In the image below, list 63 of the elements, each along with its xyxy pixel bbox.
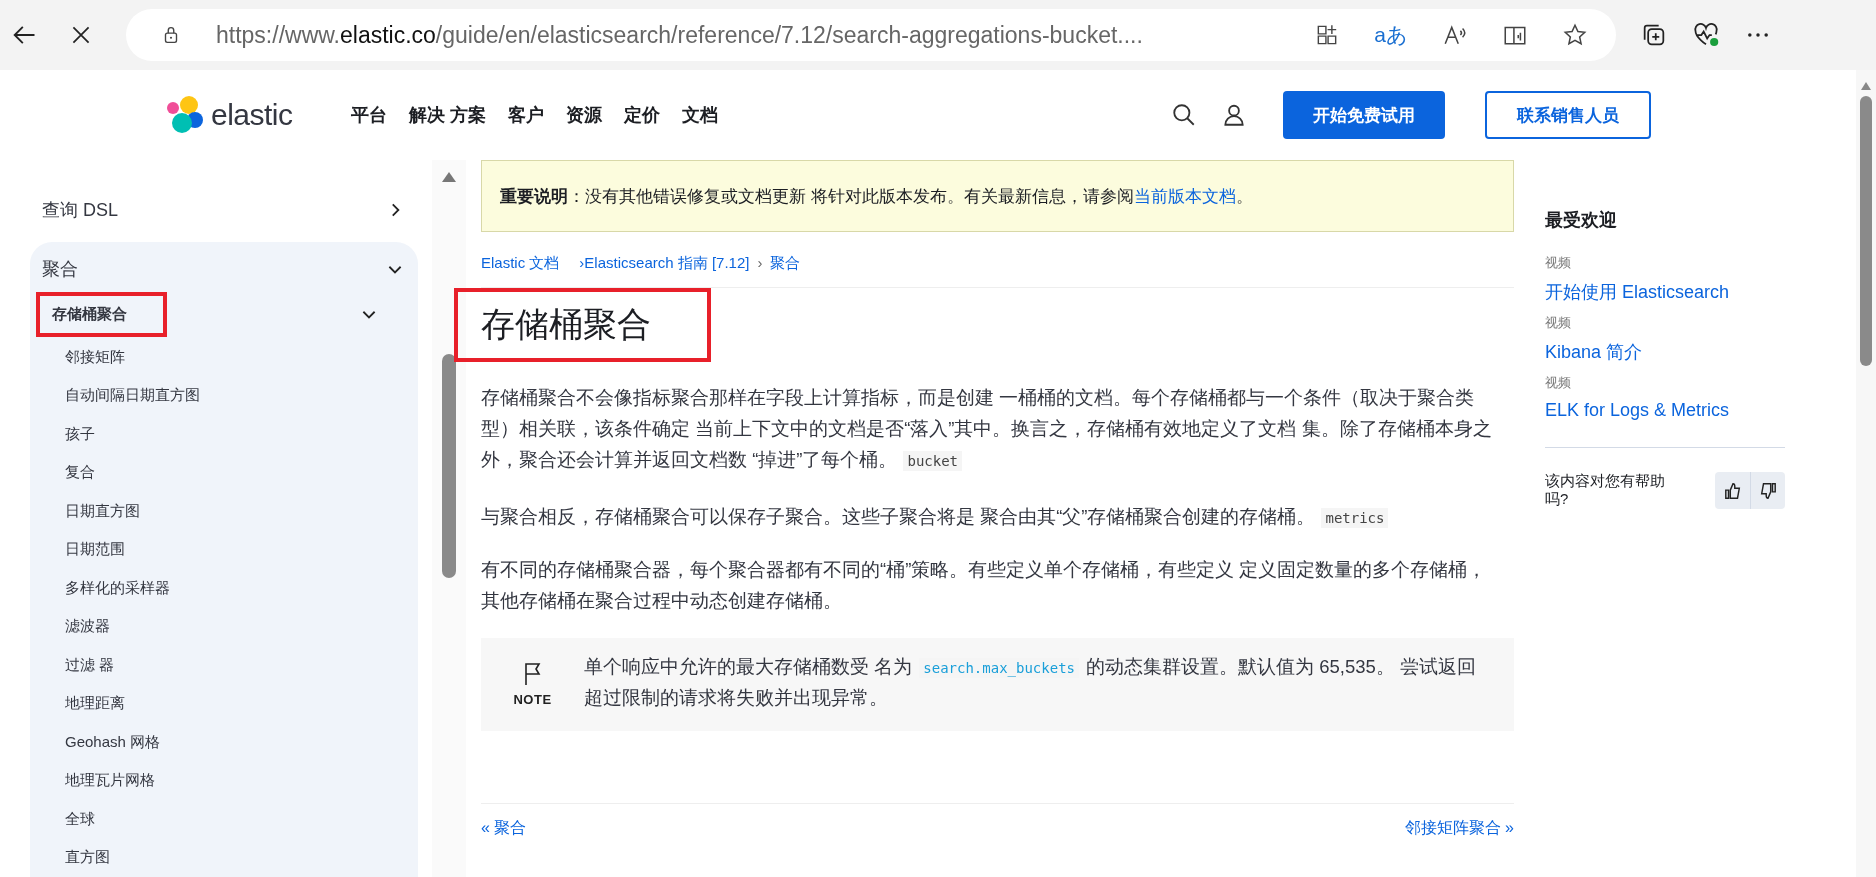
sidebar-item[interactable]: 日期范围 (30, 530, 418, 569)
category-label: 视频 (1545, 314, 1572, 332)
address-bar[interactable]: https://www.elastic.co/guide/en/elasticsearch/reference/7.12/search-aggregations-bucket.... aあ (126, 9, 1616, 61)
note-text: 单个响应中允许的最大存储桶数受 名为 search.max_buckets 的动态集群设置。默认值为 65,535。 尝试返回超过限制的请求将失败并出现异常。 (584, 655, 1477, 710)
sidebar-item[interactable]: 存储桶聚合 (38, 294, 388, 334)
breadcrumb-separator: › (757, 254, 763, 273)
previous-page-link[interactable]: « 聚合 (481, 818, 527, 839)
body-paragraph: 存储桶聚合不会像指标聚合那样在字段上计算指标，而是创建 一桶桶的文档。每个存储桶都与一个条件（取决于聚合类型）相关联，该条件确定 当前上下文中的文档是否“落入”其中。换言之，存储桶有效地定义了文档 集。除了存储桶本身之外，聚合还会计算并返回文档数 “掉进”了每个桶。 bucket (481, 386, 1493, 473)
video-link[interactable]: 开始使用 Elasticsearch (1545, 280, 1785, 304)
page-title: 存储桶聚合 (454, 288, 711, 362)
sidebar-item[interactable]: Geohash 网格 (30, 723, 418, 762)
nav-link[interactable]: 文档 (681, 103, 718, 127)
sidebar-item[interactable]: 全球 (30, 800, 418, 839)
sidebar-item[interactable]: 直方图 (30, 838, 418, 877)
scrollbar-thumb[interactable] (1860, 96, 1872, 366)
video-link[interactable]: Kibana 简介 (1545, 340, 1785, 364)
body-paragraph: 有不同的存储桶聚合器，每个聚合器都有不同的“桶”策略。有些定义单个存储桶，有些定义 定义固定数量的多个存储桶，其他存储桶在聚合过程中动态创建存储桶。 (481, 558, 1488, 613)
next-page-link[interactable]: 邻接矩阵聚合 » (1404, 818, 1514, 839)
health-icon[interactable] (1692, 21, 1720, 49)
star-icon[interactable] (1562, 22, 1588, 48)
scrollbar-thumb[interactable] (442, 354, 456, 578)
free-trial-button[interactable]: 开始免费试用 (1283, 91, 1445, 139)
category-label: 视频 (1545, 254, 1572, 272)
nav-link[interactable]: 平台 (350, 103, 387, 127)
nav-link[interactable]: 客户 (507, 103, 544, 127)
url-text: https://www.elastic.co/guide/en/elasticsearch/reference/7.12/search-aggregations-bucket.... (216, 21, 1144, 49)
video-link[interactable]: ELK for Logs & Metrics (1545, 400, 1785, 421)
current-docs-link[interactable]: 当前版本文档 (1133, 186, 1236, 206)
nav-link[interactable]: 解决 方案 (408, 103, 486, 127)
note-label: NOTE (513, 692, 552, 707)
search-icon[interactable] (1171, 102, 1197, 128)
thumbs-down-icon[interactable] (1759, 481, 1777, 500)
nav-link[interactable]: 定价 (623, 103, 660, 127)
sidebar-item[interactable]: 邻接矩阵 (30, 338, 418, 377)
notice-text: 重要说明：没有其他错误修复或文档更新 将针对此版本发布。有关最新信息，请参阅当前版本文档。 (500, 185, 1253, 208)
scroll-up-arrow-icon[interactable] (442, 172, 456, 182)
nav-link[interactable]: 资源 (565, 103, 602, 127)
logo-icon[interactable] (165, 95, 205, 135)
translate-button[interactable]: aあ (1374, 21, 1408, 49)
logo-text[interactable]: elastic (211, 98, 293, 132)
breadcrumb-link[interactable]: 聚合 (770, 254, 801, 273)
breadcrumb-link[interactable]: Elastic 文档 (481, 254, 560, 273)
sidebar-item[interactable]: 复合 (30, 453, 418, 492)
contact-sales-button[interactable]: 联系销售人员 (1485, 91, 1651, 139)
section-heading: 最受欢迎 (1545, 209, 1618, 232)
sidebar-item[interactable]: 地理瓦片网格 (30, 761, 418, 800)
user-icon[interactable] (1221, 102, 1247, 128)
breadcrumb-link[interactable]: ›Elasticsearch 指南 [7.12] (579, 254, 750, 273)
thumbs-up-icon[interactable] (1723, 481, 1742, 500)
flag-icon (522, 662, 543, 686)
sidebar-item[interactable]: 过滤 器 (30, 646, 418, 685)
sidebar-item[interactable]: 日期直方图 (30, 492, 418, 531)
sidebar-item[interactable]: 聚合 (30, 246, 418, 292)
scroll-up-arrow-icon[interactable] (1861, 82, 1871, 90)
body-paragraph: 与聚合相反，存储桶聚合可以保存子聚合。这些子聚合将是 聚合由其“父”存储桶聚合创建的存储桶。 metrics (481, 501, 1495, 534)
sidebar-item[interactable]: 孩子 (30, 415, 418, 454)
sidebar-item[interactable]: 查询 DSL (30, 188, 418, 232)
sidebar-item[interactable]: 滤波器 (30, 607, 418, 646)
sidebar-item[interactable]: 地理距离 (30, 684, 418, 723)
feedback-question: 该内容对您有帮助吗? (1545, 472, 1666, 508)
sidebar-item[interactable]: 自动间隔日期直方图 (30, 376, 418, 415)
sidebar-item[interactable]: 多样化的采样器 (30, 569, 418, 608)
category-label: 视频 (1545, 374, 1572, 392)
